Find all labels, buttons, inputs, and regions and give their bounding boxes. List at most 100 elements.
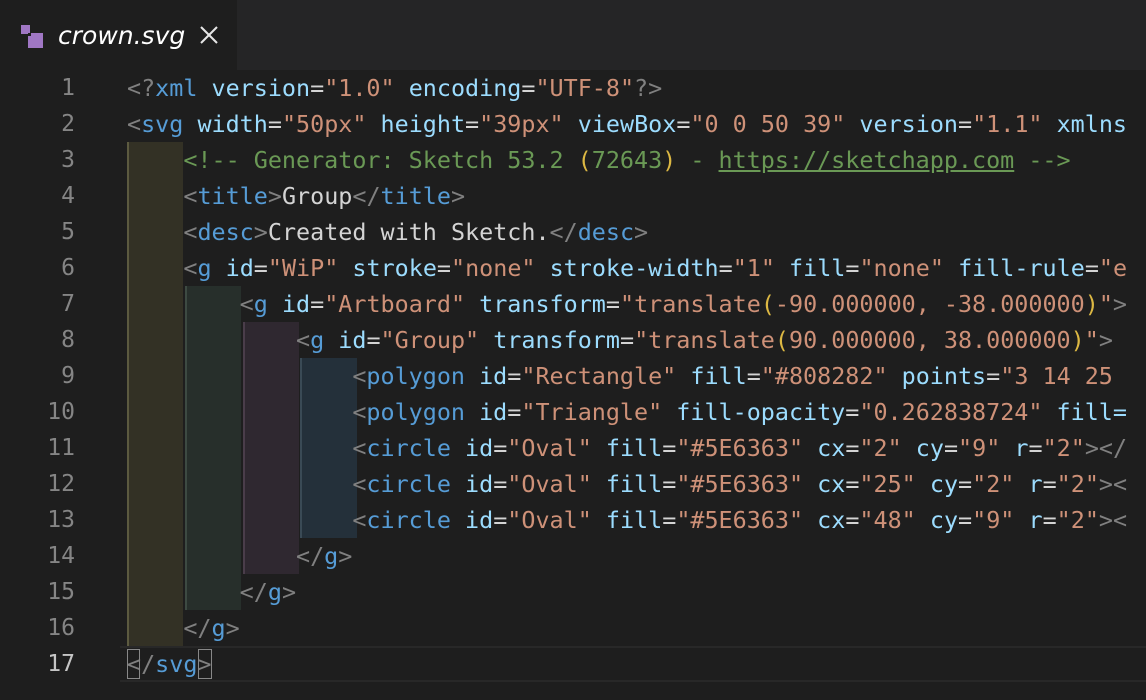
code-token: ><	[1098, 470, 1128, 498]
code-token: id	[479, 398, 508, 426]
code-token: =	[1084, 254, 1099, 282]
code-line[interactable]: <circle id="Oval" fill="#5E6363" cx="2" …	[127, 430, 1127, 466]
code-token: =	[958, 506, 973, 534]
code-token: "UTF-8"	[535, 74, 635, 102]
code-token: =	[507, 398, 522, 426]
code-token: id	[225, 254, 254, 282]
code-token: cy	[915, 434, 944, 462]
code-token: height	[380, 110, 466, 138]
code-token: Created with Sketch.	[267, 218, 550, 246]
code-line[interactable]: </g>	[127, 610, 239, 646]
code-token: ></	[1084, 434, 1128, 462]
code-line[interactable]: <g id="Group" transform="translate(90.00…	[127, 322, 1113, 358]
code-token: =	[521, 74, 536, 102]
code-line[interactable]: <g id="WiP" stroke="none" stroke-width="…	[127, 250, 1127, 286]
code-token: "WiP"	[267, 254, 339, 282]
code-token: </	[352, 182, 381, 210]
code-token: circle	[366, 470, 451, 498]
code-token: id	[281, 290, 311, 318]
code-token: (	[577, 146, 592, 174]
code-line[interactable]: <circle id="Oval" fill="#5E6363" cx="48"…	[127, 502, 1127, 538]
tab-crown-svg[interactable]: crown.svg	[0, 0, 237, 70]
code-token: title	[197, 182, 268, 210]
code-token: <	[127, 110, 142, 138]
code-token: "0 0 50 39"	[690, 110, 846, 138]
code-token: >	[1112, 290, 1127, 318]
code-token: ><	[1098, 506, 1128, 534]
code-token: =	[958, 470, 973, 498]
code-token: "9"	[972, 506, 1015, 534]
code-editor[interactable]: 1 2 3 4 5 6 7 8 9 10 11 12 13 14 15 16 17 <?xml version=…	[0, 70, 1146, 700]
code-token: Group	[281, 182, 353, 210]
code-token: )	[1070, 326, 1085, 354]
code-token: >	[267, 182, 282, 210]
code-token: =	[267, 110, 282, 138]
code-token: "	[1084, 326, 1099, 354]
code-token: 90.000000, 38.000000	[788, 326, 1071, 354]
code-token: title	[380, 182, 451, 210]
code-token: fill	[789, 254, 846, 282]
code-token: "#5E6363"	[676, 470, 804, 498]
code-token: </	[296, 542, 325, 570]
code-token: "#808282"	[760, 362, 888, 390]
code-token: circle	[366, 506, 451, 534]
tab-title: crown.svg	[58, 21, 186, 50]
code-token: <	[352, 398, 367, 426]
close-icon[interactable]	[196, 22, 222, 48]
editor-tab-bar: crown.svg	[0, 0, 1146, 70]
code-token: "50px"	[281, 110, 367, 138]
code-token: =	[493, 506, 508, 534]
code-token: =	[662, 434, 677, 462]
code-line[interactable]: <circle id="Oval" fill="#5E6363" cx="25"…	[127, 466, 1127, 502]
code-token: >	[281, 578, 297, 606]
code-token: r	[1028, 470, 1043, 498]
code-line[interactable]: <?xml version="1.0" encoding="UTF-8"?>	[127, 70, 662, 106]
code-line[interactable]: <desc>Created with Sketch.</desc>	[127, 214, 648, 250]
code-line[interactable]: <!-- Generator: Sketch 53.2 (72643) - ht…	[127, 142, 1070, 178]
code-line[interactable]: <title>Group</title>	[127, 178, 465, 214]
code-line[interactable]: <svg width="50px" height="39px" viewBox=…	[127, 106, 1127, 142]
code-token: g	[310, 326, 325, 354]
code-token: <	[352, 470, 367, 498]
code-token: "Rectangle"	[521, 362, 677, 390]
code-line[interactable]: <polygon id="Rectangle" fill="#808282" p…	[127, 358, 1113, 394]
code-token: </	[549, 218, 578, 246]
code-token: =	[718, 254, 733, 282]
code-line[interactable]: <g id="Artboard" transform="translate(-9…	[127, 286, 1127, 322]
code-token: fill-rule	[958, 254, 1085, 282]
code-line[interactable]: </g>	[127, 574, 296, 610]
code-token: =	[366, 326, 381, 354]
code-token: =	[310, 290, 325, 318]
code-line[interactable]: </g>	[127, 538, 352, 574]
code-token: g	[211, 614, 226, 642]
code-token: <	[296, 326, 311, 354]
code-token: =	[1042, 470, 1057, 498]
code-token: <	[183, 182, 198, 210]
code-token: "1"	[732, 254, 775, 282]
code-token: <	[239, 290, 254, 318]
code-token: >	[338, 542, 353, 570]
code-token: "3 14 25	[1000, 362, 1113, 390]
code-token: =	[493, 434, 508, 462]
code-token: version	[859, 110, 958, 138]
code-token: =	[845, 506, 860, 534]
code-token: =	[986, 362, 1001, 390]
code-line[interactable]: <polygon id="Triangle" fill-opacity="0.2…	[127, 394, 1127, 430]
code-token: )	[1084, 290, 1099, 318]
code-token: "2"	[972, 470, 1015, 498]
code-token: "#5E6363"	[676, 506, 804, 534]
